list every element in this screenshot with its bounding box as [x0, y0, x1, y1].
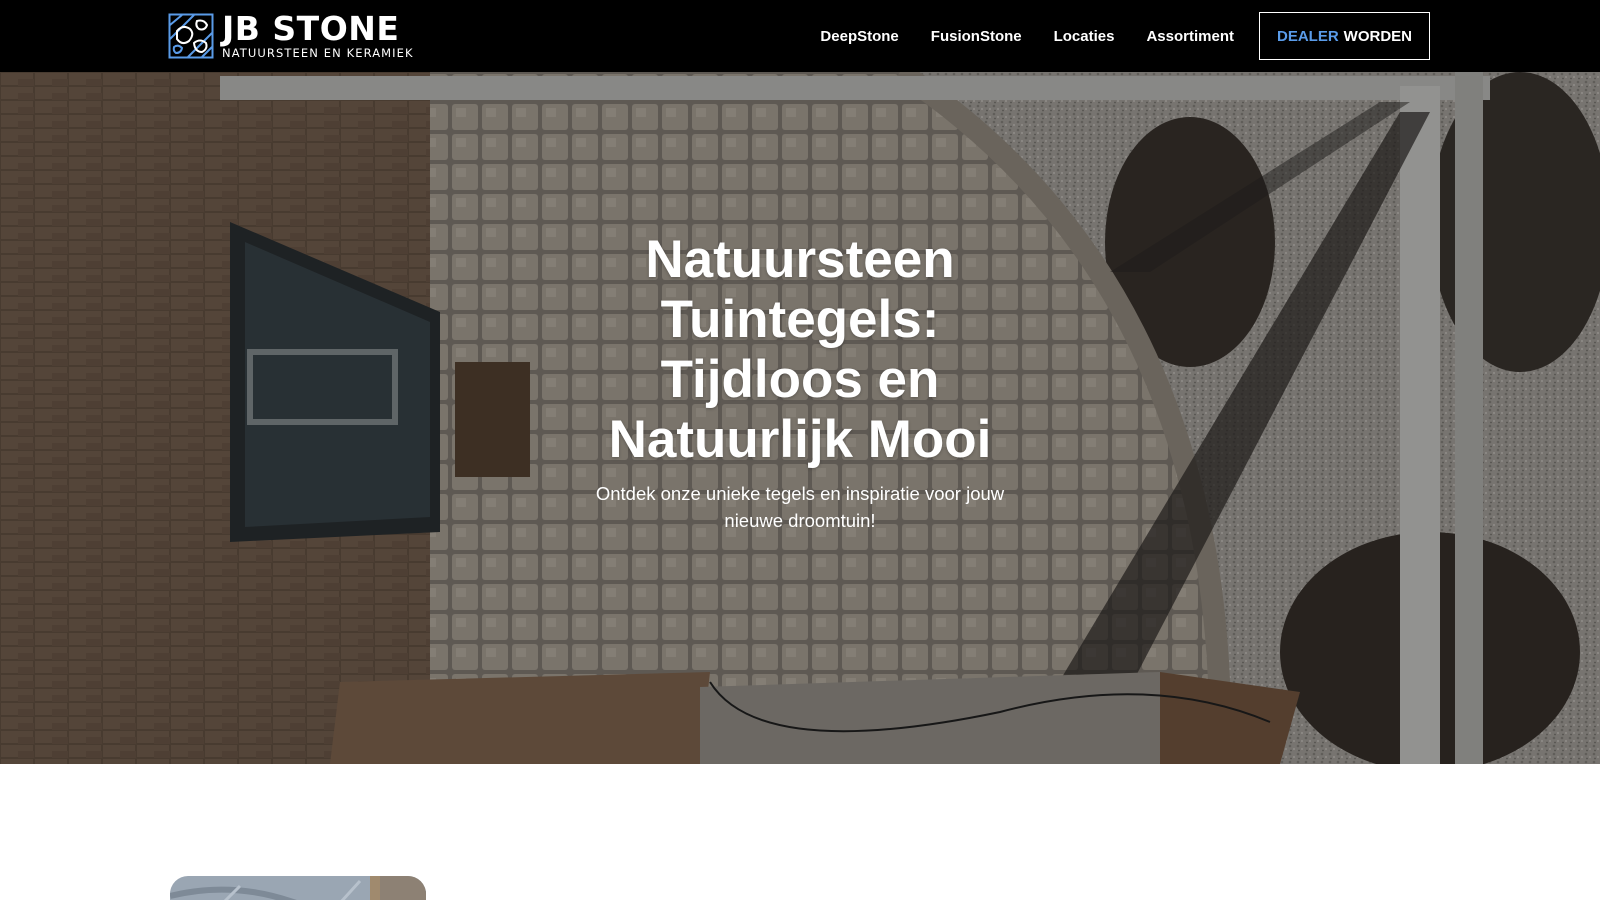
site-header: JB STONE NATUURSTEEN EN KERAMIEK DeepSto… [0, 0, 1600, 72]
logo-text: JB STONE NATUURSTEEN EN KERAMIEK [222, 8, 414, 60]
nav-link-fusionstone[interactable]: FusionStone [931, 28, 1022, 45]
dealer-worden-button[interactable]: DEALER WORDEN [1259, 12, 1430, 60]
nav-link-locaties[interactable]: Locaties [1054, 28, 1115, 45]
dealer-button-label: WORDEN [1343, 27, 1412, 45]
logo-name: JB STONE [222, 8, 400, 48]
dealer-button-accent: DEALER [1277, 27, 1339, 45]
stone-logo-icon [168, 13, 214, 59]
hero-section: Natuursteen Tuintegels: Tijdloos en Natu… [0, 72, 1600, 764]
hero-title: Natuursteen Tuintegels: Tijdloos en Natu… [608, 230, 992, 469]
stone-tile-icon [170, 876, 426, 900]
logo-tagline: NATUURSTEEN EN KERAMIEK [222, 45, 414, 60]
logo-link[interactable]: JB STONE NATUURSTEEN EN KERAMIEK [168, 12, 414, 60]
nav-link-assortiment[interactable]: Assortiment [1146, 28, 1234, 45]
content-section [0, 764, 1600, 900]
hero-subtitle: Ontdek onze unieke tegels en inspiratie … [595, 483, 1005, 531]
nav-link-deepstone[interactable]: DeepStone [820, 28, 898, 45]
main-nav: DeepStone FusionStone Locaties Assortime… [820, 0, 1234, 72]
product-thumbnail-image[interactable] [170, 876, 426, 900]
hero-content: Natuursteen Tuintegels: Tijdloos en Natu… [0, 72, 1600, 764]
